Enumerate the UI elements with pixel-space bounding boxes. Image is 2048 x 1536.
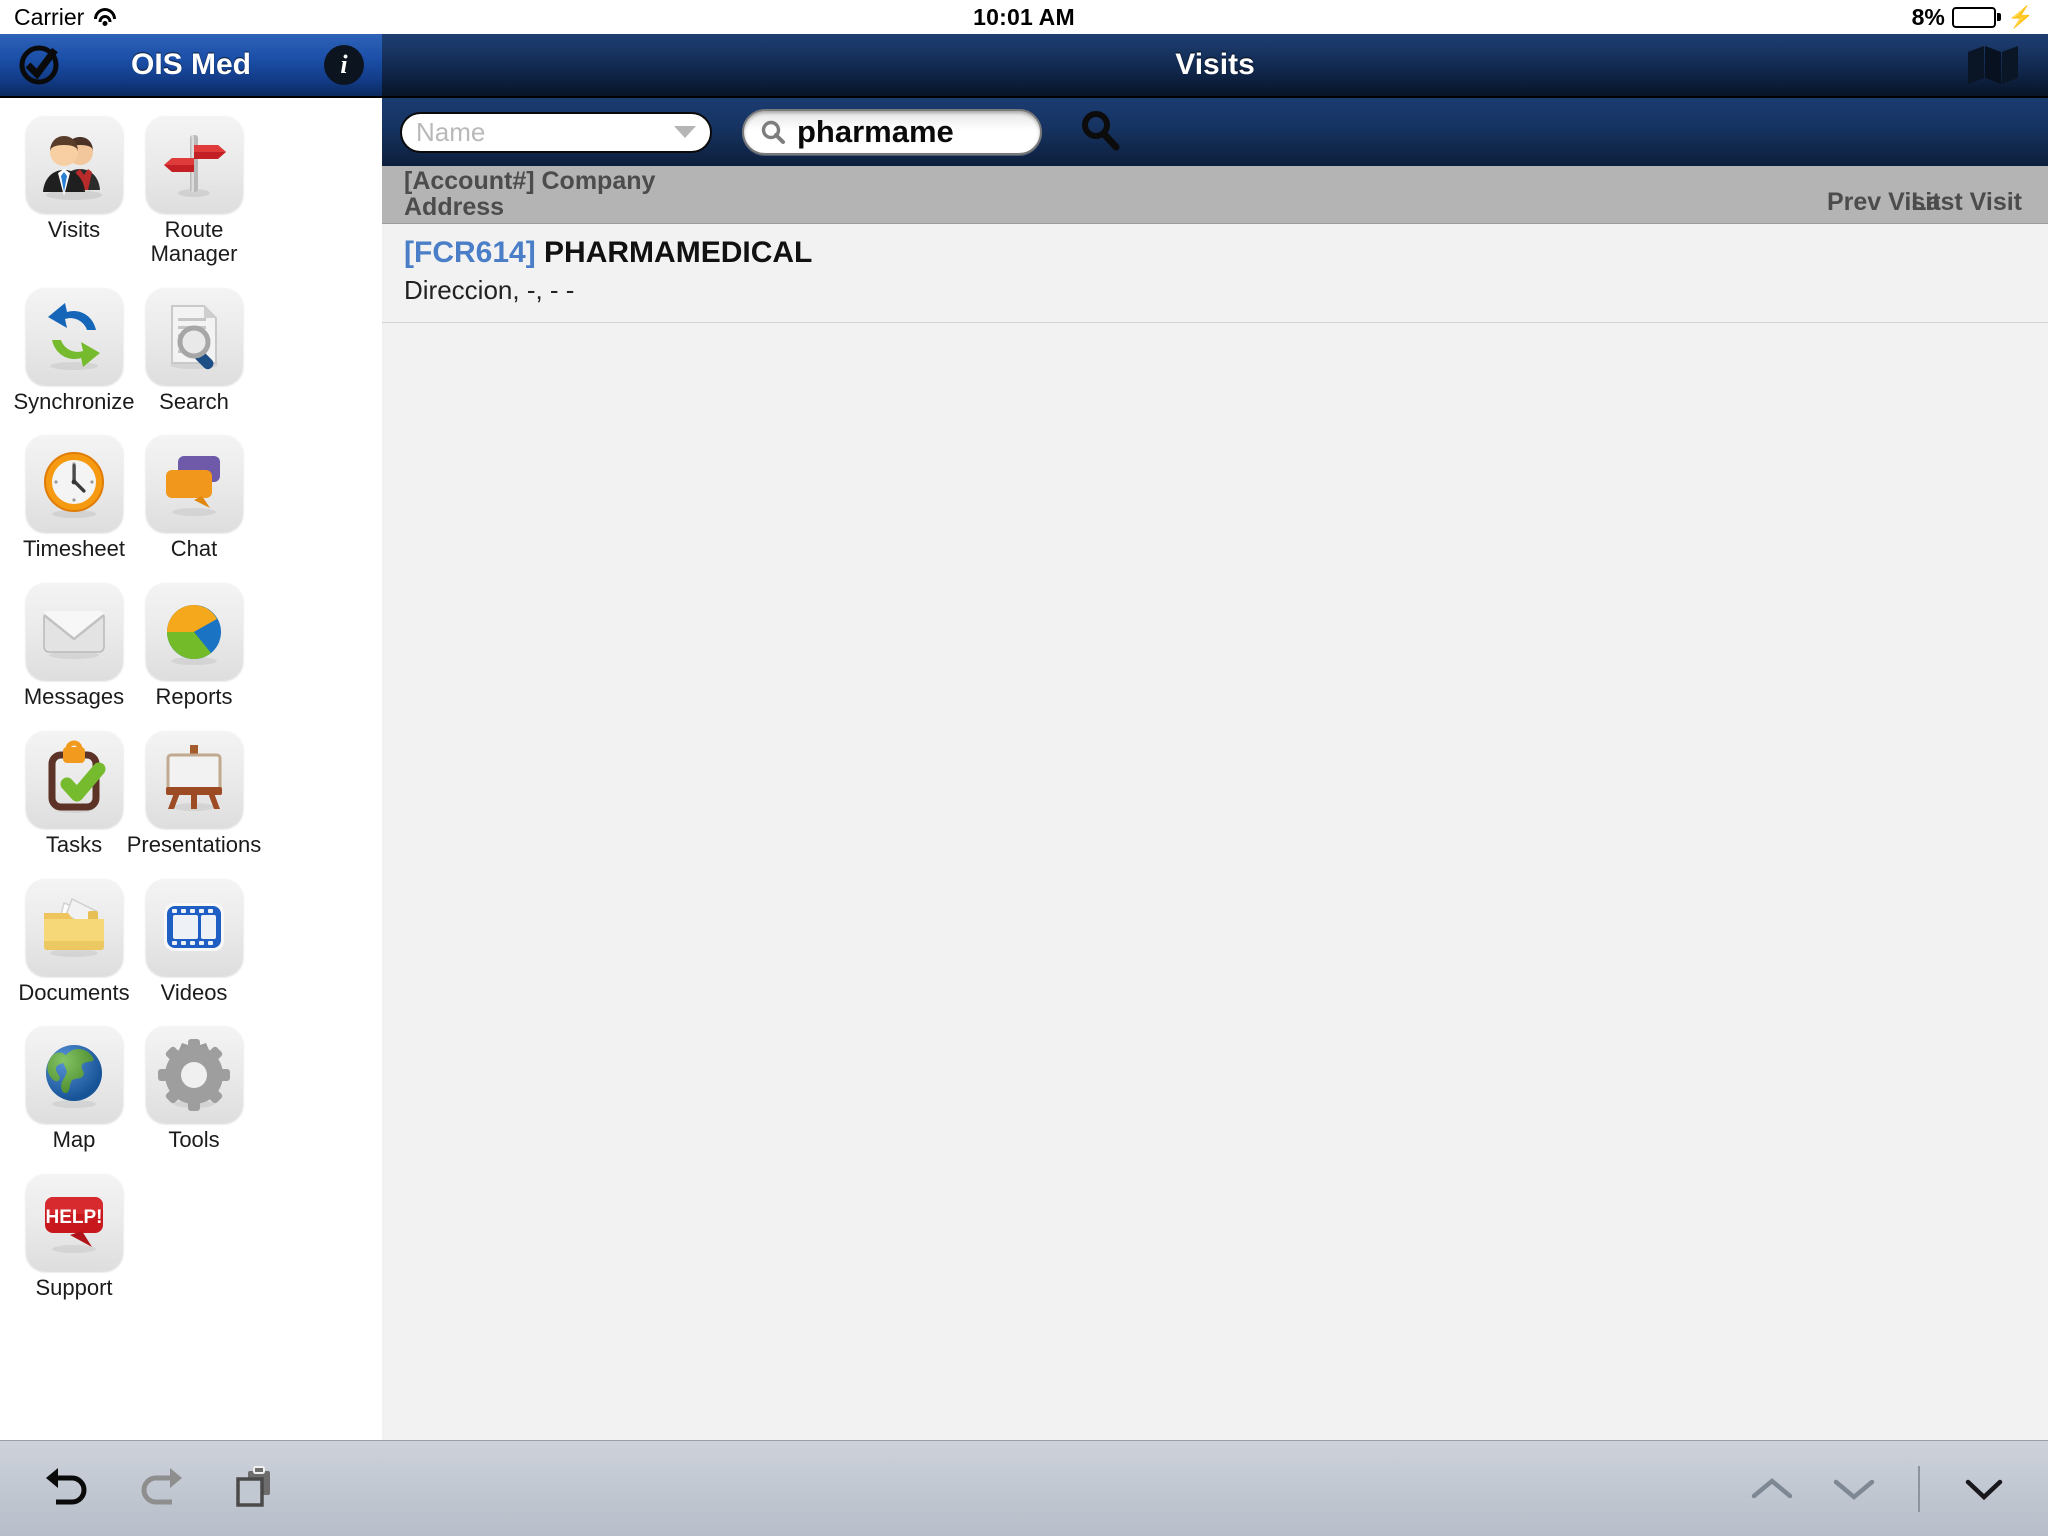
menu-item-label: Map <box>52 1127 96 1153</box>
clipboard-check-icon <box>25 730 123 828</box>
menu-item-route-manager[interactable]: Route Manager <box>135 116 253 266</box>
menu-item-label: Support <box>35 1275 113 1300</box>
menu-item-search[interactable]: Search <box>135 287 253 414</box>
search-icon <box>761 120 785 144</box>
menu-item-label: Search <box>159 388 229 414</box>
chevron-down-icon <box>674 126 696 138</box>
chevron-up-icon[interactable] <box>1748 1474 1796 1504</box>
app-root: Carrier 10:01 AM 8% ⚡ OIS Med i Visits R… <box>0 0 2048 1536</box>
signpost-icon <box>145 116 243 213</box>
table-row[interactable]: [FCR614] PHARMAMEDICAL Direccion, -, - - <box>382 224 2048 323</box>
info-icon[interactable]: i <box>324 45 364 85</box>
envelope-icon <box>25 583 123 680</box>
visits-pane: Visits Name pharmame [Account#] Company … <box>382 34 2048 1536</box>
toolbar-right-group <box>1748 1465 2008 1512</box>
column-address: Address <box>404 193 505 222</box>
split-view: OIS Med i Visits Route Manager Synchroni… <box>0 34 2048 1536</box>
folder-documents-icon <box>25 878 123 976</box>
search-submit-button[interactable] <box>1078 108 1122 157</box>
keyboard-dismiss-icon[interactable] <box>1960 1474 2008 1504</box>
result-address: Direccion, -, - - <box>404 275 575 305</box>
left-header-bar: OIS Med i <box>0 34 382 98</box>
check-circle-logo-icon[interactable] <box>18 44 60 86</box>
menu-item-label: Documents <box>18 979 130 1005</box>
film-strip-icon <box>145 878 243 976</box>
result-account-number: [FCR614] <box>404 236 536 269</box>
menu-item-label: Visits <box>47 217 101 242</box>
search-bar: Name pharmame <box>382 98 2048 166</box>
chevron-down-icon[interactable] <box>1830 1474 1878 1504</box>
menu-item-label: Presentations <box>126 831 262 857</box>
menu-item-label: Route Manager <box>150 217 238 266</box>
page-title: Visits <box>1175 48 1255 81</box>
pie-chart-icon <box>145 583 243 680</box>
search-input[interactable]: pharmame <box>742 109 1042 155</box>
result-company-name: PHARMAMEDICAL <box>544 236 813 269</box>
column-last-visit: Last Visit <box>1911 188 2022 216</box>
column-account-company: [Account#] Company <box>404 167 656 195</box>
speech-bubbles-icon <box>145 435 243 533</box>
menu-item-support[interactable]: HELP! Support <box>15 1174 133 1300</box>
document-magnifier-icon <box>145 287 243 385</box>
results-list: [FCR614] PHARMAMEDICAL Direccion, -, - - <box>382 224 2048 323</box>
lightning-bolt-icon: ⚡ <box>2007 5 2034 29</box>
search-field-dropdown[interactable]: Name <box>400 111 712 153</box>
status-bar-right: 8% ⚡ <box>1912 4 2034 31</box>
menu-item-presentations[interactable]: Presentations <box>127 730 261 857</box>
menu-item-documents[interactable]: Documents <box>15 878 133 1005</box>
result-title-line: [FCR614] PHARMAMEDICAL <box>404 236 2026 270</box>
menu-item-visits[interactable]: Visits <box>15 116 133 266</box>
redo-icon[interactable] <box>136 1464 188 1513</box>
svg-text:HELP!: HELP! <box>46 1207 103 1228</box>
undo-icon[interactable] <box>40 1464 92 1513</box>
users-icon <box>25 116 123 213</box>
menu-icon-grid: Visits Route Manager Synchronize Search … <box>0 98 382 1322</box>
menu-item-label: Timesheet <box>23 536 125 562</box>
sync-arrows-icon <box>25 287 123 385</box>
search-input-value: pharmame <box>797 114 954 149</box>
menu-item-synchronize[interactable]: Synchronize <box>13 287 135 414</box>
menu-item-label: Tools <box>168 1127 220 1153</box>
menu-item-timesheet[interactable]: Timesheet <box>15 435 133 561</box>
help-bubble-icon: HELP! <box>25 1174 123 1271</box>
folded-map-icon[interactable] <box>1966 44 2020 86</box>
menu-item-tasks[interactable]: Tasks <box>15 730 133 857</box>
clock-icon <box>25 435 123 533</box>
menu-item-messages[interactable]: Messages <box>15 583 133 709</box>
menu-item-chat[interactable]: Chat <box>135 435 253 561</box>
menu-item-label: Synchronize <box>13 388 135 414</box>
status-bar: Carrier 10:01 AM 8% ⚡ <box>0 0 2048 34</box>
gear-icon <box>145 1026 243 1124</box>
keyboard-accessory-toolbar <box>0 1440 2048 1536</box>
menu-item-tools[interactable]: Tools <box>135 1026 253 1152</box>
globe-icon <box>25 1026 123 1124</box>
menu-item-map[interactable]: Map <box>15 1026 133 1152</box>
battery-percent-label: 8% <box>1911 3 1945 30</box>
menu-item-label: Videos <box>160 979 228 1005</box>
battery-icon <box>1951 6 2001 28</box>
toolbar-left-group <box>40 1463 278 1514</box>
menu-item-reports[interactable]: Reports <box>135 583 253 709</box>
results-column-header: [Account#] Company Address Prev Visit La… <box>382 166 2048 224</box>
clock-label: 10:01 AM <box>973 3 1075 30</box>
menu-item-label: Reports <box>155 684 233 709</box>
visits-header-bar: Visits <box>382 34 2048 98</box>
menu-item-label: Messages <box>23 684 125 709</box>
menu-item-label: Chat <box>170 536 218 562</box>
menu-item-videos[interactable]: Videos <box>135 878 253 1005</box>
paste-icon[interactable] <box>232 1463 278 1514</box>
left-menu-pane: OIS Med i Visits Route Manager Synchroni… <box>0 34 382 1536</box>
menu-item-label: Tasks <box>45 831 103 857</box>
easel-icon <box>145 730 243 828</box>
search-field-dropdown-value: Name <box>416 116 486 147</box>
toolbar-separator <box>1918 1465 1920 1512</box>
